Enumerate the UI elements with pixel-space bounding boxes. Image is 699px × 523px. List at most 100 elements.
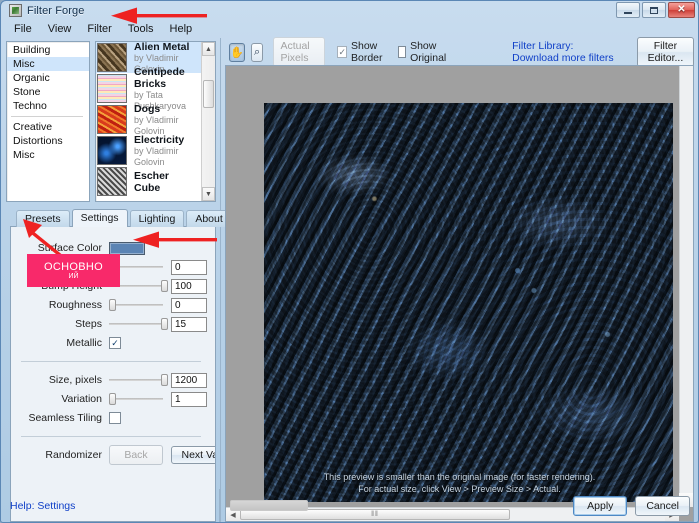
filter-editor-button[interactable]: Filter Editor... <box>636 37 694 67</box>
roughness-value[interactable]: 0 <box>171 297 207 313</box>
preview-area[interactable]: This preview is smaller than the origina… <box>225 65 694 522</box>
slider-knob[interactable] <box>160 374 168 386</box>
bottom-right-section: Apply Cancel <box>220 489 698 522</box>
show-border-control[interactable]: ✓ Show Border <box>337 40 385 64</box>
filter-list-item[interactable]: Escher Cube <box>96 166 201 197</box>
randomizer-row: Randomizer Back Next Variant ... <box>11 445 215 465</box>
slider-track <box>109 398 163 400</box>
scroll-down-icon[interactable]: ▼ <box>202 187 215 201</box>
filter-list-item[interactable]: Centipede Bricks by Tata Pushkaryova <box>96 66 201 111</box>
randomizer-next-variant-button[interactable]: Next Variant <box>171 446 215 464</box>
roughness-label: Roughness <box>48 299 102 311</box>
window-title: Filter Forge <box>27 4 85 17</box>
menu-view[interactable]: View <box>41 22 79 36</box>
slider-track <box>109 304 163 306</box>
filter-forge-window: Filter Forge ✕ File View Filter Tools He… <box>0 0 699 523</box>
metallic-row: Metallic ✓ <box>11 335 207 351</box>
filter-list-scrollbar[interactable]: ▲ ▼ <box>201 42 215 201</box>
metallic-checkbox[interactable]: ✓ <box>109 337 121 349</box>
show-original-label: Show Original <box>410 40 447 64</box>
reflection-blur-value[interactable]: 0 <box>171 259 207 275</box>
zoom-tool-icon[interactable]: ⌕ <box>250 42 264 62</box>
close-button[interactable]: ✕ <box>668 2 695 18</box>
tab-presets[interactable]: Presets <box>16 210 70 227</box>
roughness-slider[interactable] <box>109 298 163 312</box>
annotation-badge-line2: ИЙ <box>68 272 79 280</box>
preview-rendered-image[interactable] <box>264 103 673 502</box>
close-icon: ✕ <box>677 4 686 15</box>
actual-pixels-button[interactable]: Actual Pixels <box>273 37 326 67</box>
scroll-up-icon[interactable]: ▲ <box>202 42 215 56</box>
size-label: Size, pixels <box>48 374 102 386</box>
tab-settings[interactable]: Settings <box>71 209 128 227</box>
category-item[interactable]: Creative <box>7 120 89 134</box>
seamless-tiling-row: Seamless Tiling <box>11 410 207 426</box>
category-item[interactable]: Organic <box>7 71 89 85</box>
settings-tabs: Presets Settings Lighting About <box>10 209 232 227</box>
preview-note-line1: This preview is smaller than the origina… <box>323 472 596 482</box>
slider-knob[interactable] <box>109 393 116 405</box>
randomizer-back-button[interactable]: Back <box>109 445 163 465</box>
filter-list-item[interactable]: Dogs by Vladimir Golovin <box>96 103 201 136</box>
maximize-icon <box>650 6 658 14</box>
size-value[interactable]: 1200 <box>171 372 207 388</box>
preview-vertical-scrollbar[interactable]: ▼ <box>679 66 693 507</box>
seamless-tiling-checkbox[interactable] <box>109 412 121 424</box>
steps-value[interactable]: 15 <box>171 316 207 332</box>
filter-name: Electricity <box>134 133 185 146</box>
steps-label: Steps <box>75 318 102 330</box>
slider-knob[interactable] <box>109 299 116 311</box>
filter-author: by Vladimir Golovin <box>134 145 179 167</box>
filter-name: Escher Cube <box>134 169 170 194</box>
menu-tools[interactable]: Tools <box>121 22 161 36</box>
category-item[interactable]: Building <box>7 43 89 57</box>
category-item-selected[interactable]: Misc <box>7 57 89 71</box>
category-item[interactable]: Misc <box>7 148 89 162</box>
slider-track <box>109 323 163 325</box>
filter-list[interactable]: Alien Metal by Vladimir Golovin Centiped… <box>95 41 216 202</box>
roughness-row: Roughness 0 <box>11 297 207 313</box>
scrollbar-thumb[interactable] <box>203 80 214 108</box>
filter-library-link[interactable]: Filter Library: Download more filters <box>512 40 617 64</box>
filter-list-item[interactable]: Electricity by Vladimir Golovin <box>96 133 201 167</box>
bottom-left-section: Help: Settings <box>1 489 220 522</box>
variation-slider[interactable] <box>109 392 163 406</box>
maximize-button[interactable] <box>642 2 666 18</box>
variation-value[interactable]: 1 <box>171 391 207 407</box>
size-slider[interactable] <box>109 373 168 387</box>
filter-thumbnail-icon <box>97 105 127 134</box>
cancel-button[interactable]: Cancel <box>635 495 690 516</box>
show-border-label: Show Border <box>351 40 383 64</box>
menu-filter[interactable]: Filter <box>80 22 118 36</box>
filter-thumbnail-icon <box>97 167 127 196</box>
show-border-checkbox[interactable]: ✓ <box>337 46 347 58</box>
filter-thumbnail-icon <box>97 43 127 72</box>
bottom-bar: Help: Settings Apply Cancel <box>1 489 698 522</box>
menu-help[interactable]: Help <box>163 22 200 36</box>
annotation-badge: ОСНОВНО ИЙ <box>27 254 120 287</box>
steps-slider[interactable] <box>109 317 168 331</box>
slider-knob[interactable] <box>160 280 168 292</box>
category-item[interactable]: Distortions <box>7 134 89 148</box>
help-settings-link[interactable]: Help: Settings <box>10 500 75 512</box>
minimize-button[interactable] <box>616 2 640 18</box>
settings-divider <box>21 361 201 362</box>
show-original-control[interactable]: Show Original <box>397 40 450 64</box>
render-progress-bar <box>230 500 308 511</box>
slider-knob[interactable] <box>160 318 168 330</box>
filter-thumbnail-icon <box>97 74 127 103</box>
category-item[interactable]: Stone <box>7 85 89 99</box>
filter-name: Alien Metal <box>134 42 190 53</box>
bump-height-value[interactable]: 100 <box>171 278 207 294</box>
apply-button[interactable]: Apply <box>573 495 628 516</box>
category-list[interactable]: Building Misc Organic Stone Techno Creat… <box>6 41 90 202</box>
right-pane: ✋ ⌕ Actual Pixels ✓ Show Border Show Ori… <box>220 37 698 522</box>
menu-file[interactable]: File <box>7 22 39 36</box>
randomizer-divider <box>21 436 201 437</box>
tab-lighting[interactable]: Lighting <box>129 210 185 227</box>
category-item[interactable]: Techno <box>7 99 89 113</box>
hand-tool-icon[interactable]: ✋ <box>229 42 245 62</box>
surface-color-label: Surface Color <box>37 242 102 254</box>
surface-color-swatch[interactable] <box>109 241 145 255</box>
show-original-checkbox[interactable] <box>397 46 407 58</box>
